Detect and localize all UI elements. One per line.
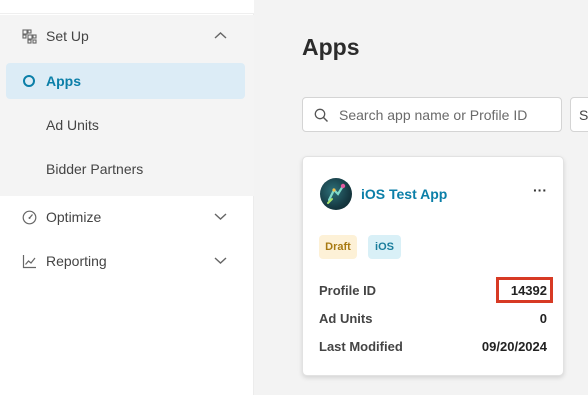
sidebar-item-label: Set Up	[46, 28, 89, 44]
status-badge: Draft	[319, 235, 357, 259]
ad-units-label: Ad Units	[319, 311, 373, 326]
page-title: Apps	[302, 34, 360, 60]
search-icon	[314, 108, 328, 122]
gauge-icon	[22, 210, 37, 225]
sidebar-item-label: Apps	[46, 73, 81, 89]
sidebar-item-label: Optimize	[46, 209, 102, 225]
sidebar-item-apps[interactable]: Apps	[6, 63, 245, 99]
chart-line-icon	[22, 255, 36, 269]
sidebar-item-optimize[interactable]: Optimize	[0, 199, 254, 235]
sidebar-item-label: Ad Units	[46, 117, 99, 133]
app-icon	[320, 178, 352, 210]
more-options-icon[interactable]: ···	[531, 183, 549, 201]
sidebar-item-reporting[interactable]: Reporting	[0, 243, 254, 279]
sidebar-item-setup[interactable]: Set Up	[0, 18, 254, 54]
sidebar-item-bidder-partners[interactable]: Bidder Partners	[0, 151, 254, 187]
chevron-down-icon[interactable]	[214, 212, 227, 221]
ad-units-value: 0	[539, 311, 547, 326]
sidebar-item-ad-units[interactable]: Ad Units	[0, 107, 254, 143]
sidebar-item-label: Reporting	[46, 253, 107, 269]
last-modified-value: 09/20/2024	[481, 339, 547, 354]
app-name-link[interactable]: iOS Test App	[361, 186, 447, 202]
chevron-up-icon[interactable]	[214, 31, 227, 40]
sidebar-item-label: Bidder Partners	[46, 161, 144, 177]
profile-id-label: Profile ID	[319, 283, 377, 298]
sidebar-top-strip	[0, 0, 254, 14]
sidebar: Set Up Apps Ad Units Bidder Partners Opt…	[0, 0, 254, 395]
grid-icon	[22, 29, 37, 44]
search-input[interactable]	[339, 106, 553, 124]
highlight-box	[496, 277, 553, 303]
app-card[interactable]: iOS Test App ··· Draft iOS Profile ID 14…	[302, 156, 564, 376]
filter-select[interactable]: S	[570, 97, 588, 132]
app-logo-icon	[327, 183, 346, 204]
chevron-down-icon[interactable]	[214, 256, 227, 265]
search-box[interactable]	[302, 97, 562, 132]
platform-badge: iOS	[368, 235, 401, 259]
last-modified-label: Last Modified	[319, 339, 403, 354]
circle-icon	[23, 75, 35, 87]
